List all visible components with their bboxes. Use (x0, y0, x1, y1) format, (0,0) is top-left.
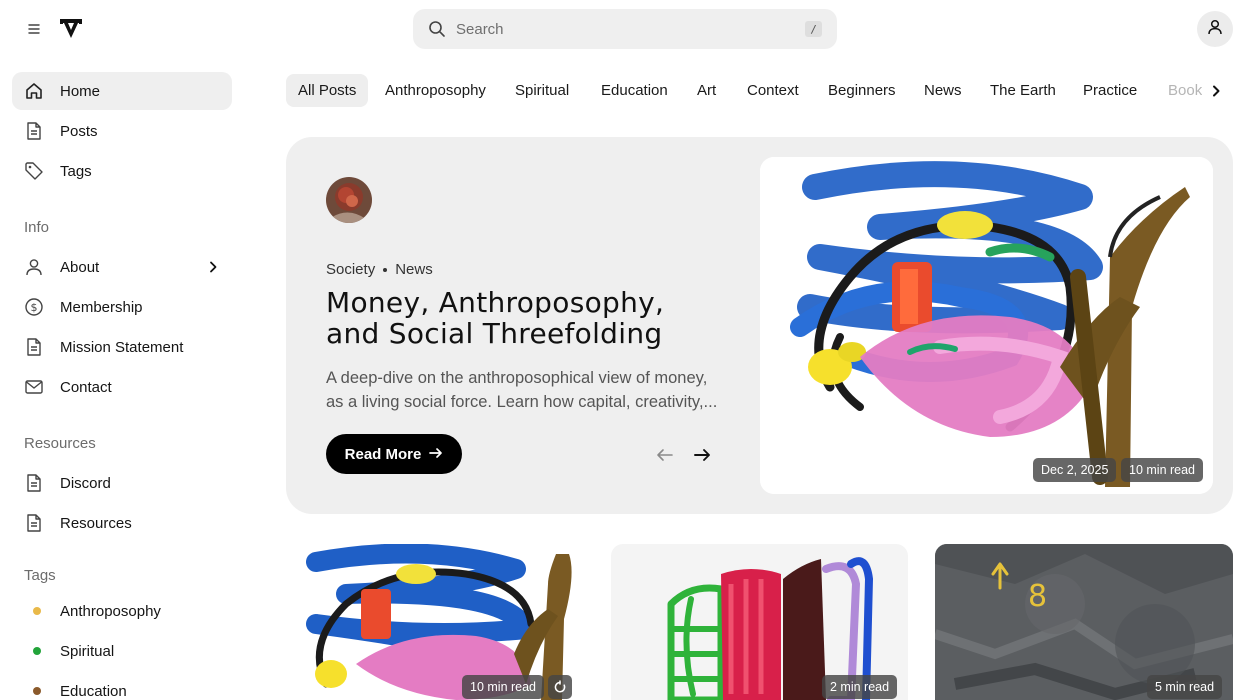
svg-text:$: $ (31, 301, 38, 314)
document-icon (24, 337, 44, 357)
excerpt-line: as a living social force. Learn how capi… (326, 393, 718, 411)
tab-spiritual[interactable]: Spiritual (503, 74, 581, 107)
sidebar-item-membership[interactable]: $ Membership (12, 288, 232, 326)
tabs-scroll-right-icon[interactable] (1206, 81, 1226, 101)
tab-education[interactable]: Education (589, 74, 680, 107)
sidebar-item-mission-statement[interactable]: Mission Statement (12, 328, 232, 366)
category-news[interactable]: News (395, 261, 433, 278)
sidebar-item-label: Anthroposophy (60, 602, 161, 620)
document-icon (24, 513, 44, 533)
post-title[interactable]: Money, Anthroposophy, and Social Threefo… (326, 287, 726, 349)
site-logo[interactable] (58, 15, 84, 41)
tag-color-dot (33, 607, 41, 615)
author-avatar[interactable] (326, 177, 372, 223)
dollar-icon: $ (24, 297, 44, 317)
account-button[interactable] (1197, 11, 1233, 47)
sidebar-item-label: Posts (60, 122, 98, 140)
sidebar-item-label: Spiritual (60, 642, 115, 660)
tab-anthroposophy[interactable]: Anthroposophy (373, 74, 498, 107)
arrow-right-icon (429, 446, 443, 463)
sidebar-item-contact[interactable]: Contact (12, 368, 232, 406)
excerpt-line: A deep-dive on the anthroposophical view… (326, 369, 708, 387)
post-date-badge: Dec 2, 2025 (1033, 458, 1117, 482)
top-bar: Search / (0, 0, 1260, 58)
mail-icon (24, 377, 44, 397)
sidebar-item-about[interactable]: About (12, 248, 232, 286)
post-card[interactable]: 2 min read (611, 544, 908, 700)
tag-color-dot-container (24, 641, 44, 661)
sidebar-item-discord[interactable]: Discord (12, 464, 232, 502)
search-bar[interactable]: Search / (413, 9, 837, 49)
tab-beginners[interactable]: Beginners (816, 74, 908, 107)
sidebar-item-home[interactable]: Home (12, 72, 232, 110)
featured-post: Society News Money, Anthroposophy, and S… (286, 137, 1233, 514)
read-time-badge: 10 min read (1121, 458, 1204, 482)
sidebar-item-label: Contact (60, 378, 112, 396)
sidebar-item-label: Membership (60, 298, 143, 316)
search-shortcut-key: / (805, 21, 822, 37)
tag-color-dot-container (24, 681, 44, 700)
tag-icon (24, 161, 44, 181)
sidebar-item-resources[interactable]: Resources (12, 504, 232, 542)
tag-color-dot (33, 647, 41, 655)
post-card[interactable]: 10 min read (286, 544, 583, 700)
carousel-prev-icon[interactable] (655, 446, 675, 464)
tag-color-dot-container (24, 601, 44, 621)
section-title-tags: Tags (24, 567, 56, 584)
user-icon (1207, 19, 1223, 40)
tab-news[interactable]: News (912, 74, 974, 107)
category-society[interactable]: Society (326, 261, 375, 278)
read-time-badge: 10 min read (462, 675, 545, 699)
separator-dot (383, 267, 388, 272)
sidebar-item-tag-spiritual[interactable]: Spiritual (12, 632, 232, 670)
post-categories: Society News (326, 261, 433, 278)
sidebar-item-label: Education (60, 682, 127, 700)
post-card[interactable]: 8 5 min read (935, 544, 1233, 700)
document-icon (24, 473, 44, 493)
section-title-info: Info (24, 219, 50, 236)
read-time-badge: 5 min read (1147, 675, 1223, 699)
sidebar: Home Posts Tags Info About $ Membership … (0, 58, 244, 700)
refresh-icon[interactable] (548, 675, 572, 699)
menu-icon[interactable] (22, 18, 46, 40)
sidebar-item-label: Discord (60, 474, 111, 492)
user-icon (24, 257, 44, 277)
document-icon (24, 121, 44, 141)
tab-all-posts[interactable]: All Posts (286, 74, 369, 107)
svg-text:8: 8 (1028, 579, 1047, 614)
tab-the-earth[interactable]: The Earth (978, 74, 1068, 107)
tag-color-dot (33, 687, 41, 695)
search-placeholder: Search (456, 20, 504, 38)
sidebar-item-tag-anthroposophy[interactable]: Anthroposophy (12, 592, 232, 630)
chevron-right-icon[interactable] (206, 260, 220, 274)
post-excerpt: A deep-dive on the anthroposophical view… (326, 366, 718, 414)
sidebar-item-label: Home (60, 82, 101, 100)
tab-book[interactable]: Book (1156, 74, 1202, 107)
tab-practice[interactable]: Practice (1071, 74, 1149, 107)
sidebar-item-posts[interactable]: Posts (12, 112, 232, 150)
sidebar-item-label: Mission Statement (60, 338, 184, 356)
home-icon (24, 81, 44, 101)
section-title-resources: Resources (24, 435, 96, 452)
search-icon (428, 20, 446, 38)
read-more-button[interactable]: Read More (326, 434, 462, 474)
featured-post-image[interactable]: Dec 2, 2025 10 min read (760, 157, 1213, 494)
sidebar-item-tags[interactable]: Tags (12, 152, 232, 190)
category-tabs: All Posts Anthroposophy Spiritual Educat… (286, 74, 1202, 107)
sidebar-item-label: Tags (60, 162, 92, 180)
sidebar-item-tag-education[interactable]: Education (12, 672, 232, 700)
sidebar-item-label: About (60, 258, 100, 276)
tab-art[interactable]: Art (685, 74, 728, 107)
read-more-label: Read More (344, 445, 422, 463)
carousel-next-icon[interactable] (692, 446, 712, 464)
tab-context[interactable]: Context (735, 74, 811, 107)
sidebar-item-label: Resources (60, 514, 132, 532)
read-time-badge: 2 min read (822, 675, 898, 699)
